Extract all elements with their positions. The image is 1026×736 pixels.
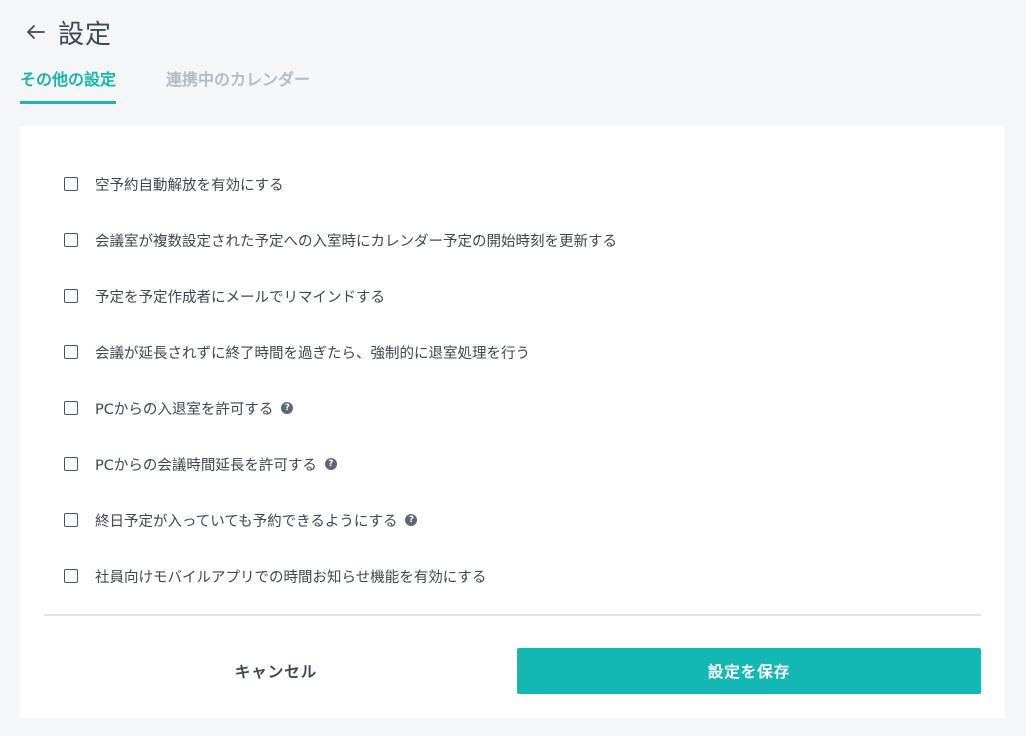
checkbox[interactable] [64,513,78,527]
option-label[interactable]: PCからの入退室を許可する [95,398,273,419]
back-button[interactable] [24,20,48,44]
tab-other-settings[interactable]: その他の設定 [20,68,117,104]
option-row: 会議室が複数設定された予定への入室時にカレンダー予定の開始時刻を更新する [64,212,964,268]
option-row: 予定を予定作成者にメールでリマインドする [64,268,964,324]
checkbox[interactable] [64,233,78,247]
tab-bar: その他の設定 連携中のカレンダー [20,68,360,104]
option-row: PCからの会議時間延長を許可する ? [64,436,964,492]
help-icon[interactable]: ? [281,402,294,414]
checkbox[interactable] [64,289,78,303]
option-row: 社員向けモバイルアプリでの時間お知らせ機能を有効にする [64,548,964,604]
arrow-left-icon [27,25,45,39]
page-header: 設定 [24,12,112,52]
checkbox[interactable] [64,457,78,471]
settings-card: 空予約自動解放を有効にする 会議室が複数設定された予定への入室時にカレンダー予定… [20,126,1005,718]
divider [44,614,981,616]
option-label[interactable]: 終日予定が入っていても予約できるようにする [95,510,397,531]
option-label[interactable]: 社員向けモバイルアプリでの時間お知らせ機能を有効にする [95,566,486,587]
checkbox[interactable] [64,177,78,191]
option-label[interactable]: 会議が延長されずに終了時間を過ぎたら、強制的に退室処理を行う [95,342,530,363]
checkbox[interactable] [64,569,78,583]
checkbox[interactable] [64,345,78,359]
option-row: PCからの入退室を許可する ? [64,380,964,436]
help-icon[interactable]: ? [405,514,418,526]
option-label[interactable]: 予定を予定作成者にメールでリマインドする [95,286,385,307]
option-row: 会議が延長されずに終了時間を過ぎたら、強制的に退室処理を行う [64,324,964,380]
cancel-button[interactable]: キャンセル [44,648,508,694]
option-label[interactable]: 会議室が複数設定された予定への入室時にカレンダー予定の開始時刻を更新する [95,230,617,251]
tab-linked-calendars[interactable]: 連携中のカレンダー [166,68,310,101]
options-list: 空予約自動解放を有効にする 会議室が複数設定された予定への入室時にカレンダー予定… [64,156,964,604]
option-label[interactable]: 空予約自動解放を有効にする [95,174,284,195]
option-label[interactable]: PCからの会議時間延長を許可する [95,454,317,475]
page-title: 設定 [58,19,113,50]
option-row: 空予約自動解放を有効にする [64,156,964,212]
option-row: 終日予定が入っていても予約できるようにする ? [64,492,964,548]
footer-actions: キャンセル 設定を保存 [44,648,981,694]
save-settings-button[interactable]: 設定を保存 [517,648,981,694]
checkbox[interactable] [64,401,78,415]
help-icon[interactable]: ? [324,458,337,470]
